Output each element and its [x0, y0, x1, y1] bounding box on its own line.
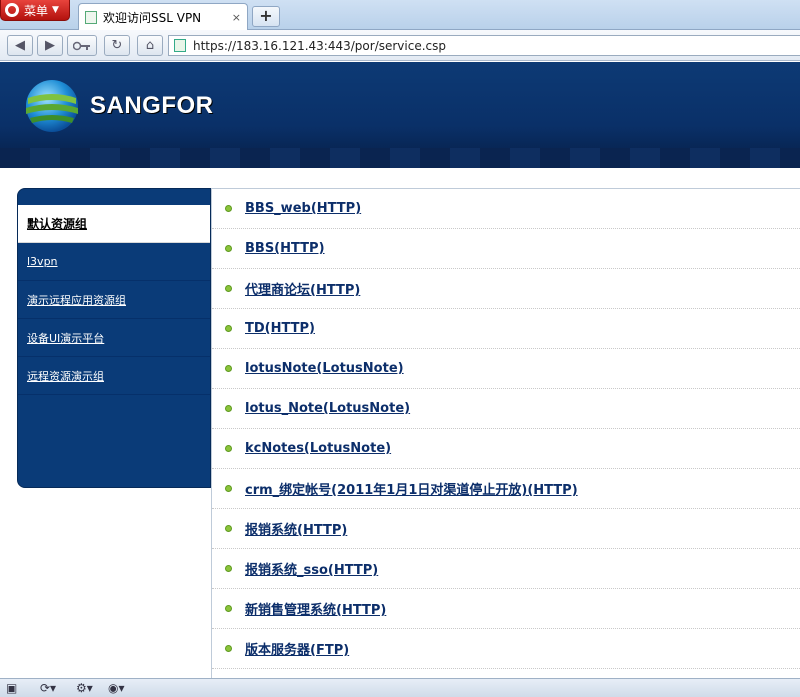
sidebar-item-default-group[interactable]: 默认资源组 — [18, 205, 210, 243]
sidebar-item-device-ui-demo[interactable]: 设备UI演示平台 — [18, 319, 210, 357]
resource-link[interactable]: 新销售管理系统(HTTP) — [245, 599, 386, 618]
list-item: 新销售管理系统(HTTP) — [212, 589, 800, 629]
home-icon: ⌂ — [145, 38, 155, 53]
list-item: 报销系统_sso(HTTP) — [212, 549, 800, 589]
resource-link[interactable]: kcNotes(LotusNote) — [245, 441, 391, 456]
sangfor-globe-logo — [26, 80, 78, 132]
list-item: BBS(HTTP) — [212, 229, 800, 269]
list-item: 版本服务器(FTP) — [212, 629, 800, 669]
resource-link[interactable]: 版本服务器(FTP) — [245, 639, 349, 658]
sidebar-item-label: 远程资源演示组 — [27, 369, 104, 383]
bullet-icon — [225, 405, 232, 412]
browser-menu-button[interactable]: 菜单 ▼ — [0, 0, 70, 21]
share-icon[interactable]: ⚙▾ — [76, 681, 93, 695]
resource-link[interactable]: TD(HTTP) — [245, 321, 315, 336]
speed-dial-icon[interactable]: ◉▾ — [108, 681, 125, 695]
resource-link[interactable]: BBS(HTTP) — [245, 241, 325, 256]
resource-list: BBS_web(HTTP) BBS(HTTP) 代理商论坛(HTTP) TD(H… — [211, 188, 800, 678]
key-button[interactable] — [67, 35, 97, 56]
bullet-icon — [225, 645, 232, 652]
resource-link[interactable]: 代理商论坛(HTTP) — [245, 279, 360, 298]
resource-link[interactable]: crm_绑定帐号(2011年1月1日对渠道停止开放)(HTTP) — [245, 479, 578, 498]
list-item: kcNotes(LotusNote) — [212, 429, 800, 469]
address-url: https://183.16.121.43:443/por/service.cs… — [193, 38, 446, 53]
opera-logo-icon — [5, 3, 19, 17]
list-item: 报销系统(HTTP) — [212, 509, 800, 549]
navigation-bar: ◀ ▶ ↻ ⌂ https://183.16.121.43:443/por/se… — [0, 30, 800, 61]
list-item: lotusNote(LotusNote) — [212, 349, 800, 389]
bullet-icon — [225, 365, 232, 372]
list-item: BBS_web(HTTP) — [212, 189, 800, 229]
resource-link[interactable]: lotus_Note(LotusNote) — [245, 401, 410, 416]
tab-title: 欢迎访问SSL VPN — [103, 10, 202, 25]
sidebar-item-remote-resource-demo[interactable]: 远程资源演示组 — [18, 357, 210, 395]
bullet-icon — [225, 525, 232, 532]
arrow-left-icon: ◀ — [15, 38, 25, 53]
resource-link[interactable]: 报销系统(HTTP) — [245, 519, 347, 538]
home-button[interactable]: ⌂ — [137, 35, 163, 56]
panel-toggle-icon[interactable]: ▣ — [6, 681, 17, 695]
reload-icon: ↻ — [111, 38, 123, 53]
status-bar: ▣ ⟳▾ ⚙▾ ◉▾ — [0, 678, 800, 697]
arrow-right-icon: ▶ — [45, 38, 55, 53]
back-button[interactable]: ◀ — [7, 35, 33, 56]
close-icon[interactable]: × — [232, 11, 241, 24]
sidebar-item-l3vpn[interactable]: l3vpn — [18, 243, 210, 281]
reload-button[interactable]: ↻ — [104, 35, 130, 56]
browser-tab[interactable]: 欢迎访问SSL VPN × — [78, 3, 248, 30]
browser-menu-label: 菜单 — [24, 3, 49, 18]
bullet-icon — [225, 245, 232, 252]
list-item: lotus_Note(LotusNote) — [212, 389, 800, 429]
address-bar[interactable]: https://183.16.121.43:443/por/service.cs… — [168, 35, 800, 56]
resource-link[interactable]: lotusNote(LotusNote) — [245, 361, 404, 376]
bullet-icon — [225, 205, 232, 212]
sidebar-item-label: 默认资源组 — [27, 217, 88, 231]
sidebar-item-label: 演示远程应用资源组 — [27, 293, 126, 307]
sidebar-item-label: l3vpn — [27, 255, 58, 268]
brand-name: SANGFOR — [90, 92, 214, 119]
sync-icon[interactable]: ⟳▾ — [40, 681, 56, 695]
list-item: crm_绑定帐号(2011年1月1日对渠道停止开放)(HTTP) — [212, 469, 800, 509]
list-item: TD(HTTP) — [212, 309, 800, 349]
resource-link[interactable]: 报销系统_sso(HTTP) — [245, 559, 378, 578]
banner-stripe — [0, 148, 800, 168]
chevron-down-icon: ▼ — [52, 5, 59, 15]
bullet-icon — [225, 285, 232, 292]
bullet-icon — [225, 445, 232, 452]
sidebar-item-remote-app-demo[interactable]: 演示远程应用资源组 — [18, 281, 210, 319]
list-item: 代理商论坛(HTTP) — [212, 269, 800, 309]
bullet-icon — [225, 485, 232, 492]
resource-link[interactable]: BBS_web(HTTP) — [245, 201, 361, 216]
bullet-icon — [225, 565, 232, 572]
bullet-icon — [225, 325, 232, 332]
resource-group-sidebar: 默认资源组 l3vpn 演示远程应用资源组 设备UI演示平台 远程资源演示组 — [17, 188, 211, 488]
page-icon — [85, 10, 97, 24]
header-banner: SANGFOR — [0, 62, 800, 168]
new-tab-button[interactable]: + — [252, 6, 280, 27]
key-icon — [72, 41, 90, 51]
sidebar-item-label: 设备UI演示平台 — [27, 331, 105, 345]
page-icon — [174, 39, 186, 52]
forward-button[interactable]: ▶ — [37, 35, 63, 56]
tab-strip: 菜单 ▼ 欢迎访问SSL VPN × + — [0, 0, 800, 30]
bullet-icon — [225, 605, 232, 612]
